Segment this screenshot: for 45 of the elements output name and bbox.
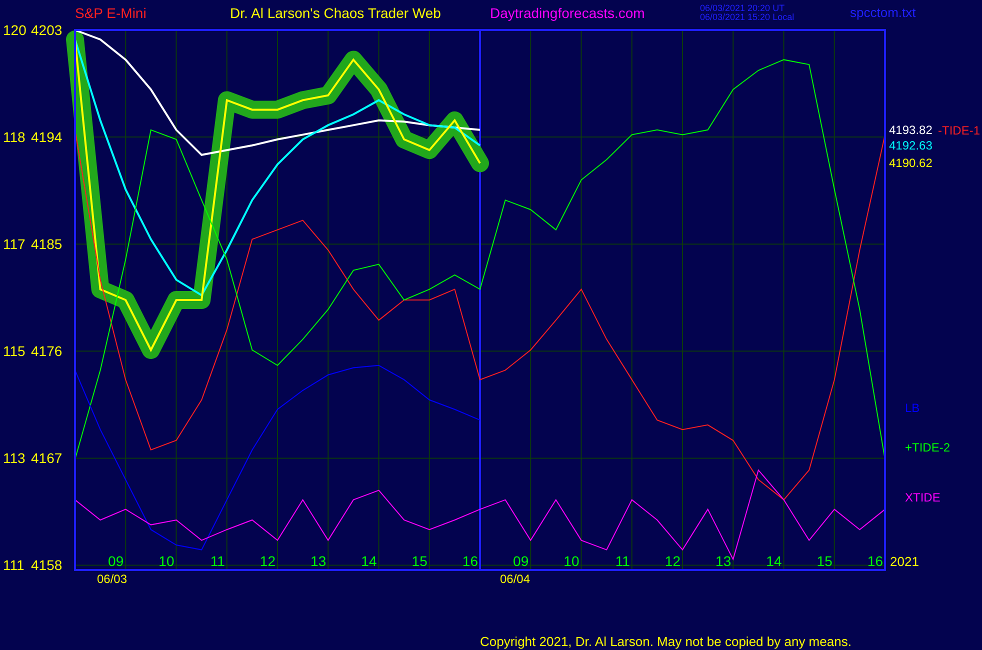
x-axis-label: 13	[310, 553, 326, 569]
scale-code-label: 120	[3, 22, 26, 38]
scale-code-label: 115	[3, 343, 26, 360]
date-label: 06/04	[500, 572, 530, 586]
y-axis-label: 4194	[31, 129, 62, 146]
x-axis-label: 10	[564, 553, 580, 569]
series-label: XTIDE	[905, 490, 940, 504]
x-axis-label: 13	[716, 553, 732, 569]
x-axis-label: 16	[867, 553, 883, 569]
file-name: spcctom.txt	[850, 5, 916, 20]
site-name: Daytradingforecasts.com	[490, 5, 645, 21]
price-readout: 4193.82	[889, 122, 932, 137]
x-axis-label: 12	[260, 553, 276, 569]
y-axis-label: 4185	[31, 236, 62, 252]
y-axis-label: 4176	[31, 343, 62, 360]
y-axis-label: 4203	[31, 22, 62, 38]
x-axis-label: 14	[766, 553, 782, 569]
price-readout: 4192.63	[889, 138, 932, 152]
series-label: LB	[905, 401, 920, 416]
series-label: -TIDE-1	[938, 124, 980, 138]
x-axis-label: 09	[513, 553, 529, 569]
ticker-label: S&P E-Mini	[75, 5, 146, 21]
y-axis-label: 4167	[31, 450, 62, 466]
timestamp-ut: 06/03/2021 20:20 UT	[700, 3, 785, 13]
x-axis-label: 12	[664, 553, 680, 569]
timestamp-local: 06/03/2021 15:20 Local	[700, 12, 794, 22]
x-axis-label: 14	[361, 553, 377, 569]
scale-code-label: 111	[3, 557, 24, 574]
series-label: +TIDE-2	[905, 440, 950, 454]
scale-code-label: 117	[3, 236, 26, 252]
copyright-notice: Copyright 2021, Dr. Al Larson. May not be copied by any means.	[480, 634, 852, 649]
x-axis-label: 10	[158, 553, 174, 569]
x-axis-label: 15	[412, 553, 428, 569]
scale-code-label: 113	[3, 450, 26, 466]
y-axis-label: 4158	[31, 557, 62, 574]
x-axis-label: 09	[108, 553, 124, 569]
price-readout: 4190.62	[889, 156, 932, 170]
year-label: 2021	[890, 554, 919, 569]
chart-title: Dr. Al Larson's Chaos Trader Web	[230, 5, 441, 21]
date-label: 06/03	[97, 572, 128, 586]
x-axis-label: 11	[210, 553, 225, 569]
x-axis-label: 11	[615, 553, 630, 569]
scale-code-label: 118	[3, 129, 26, 146]
x-axis-label: 15	[816, 553, 832, 569]
x-axis-label: 16	[462, 553, 478, 569]
